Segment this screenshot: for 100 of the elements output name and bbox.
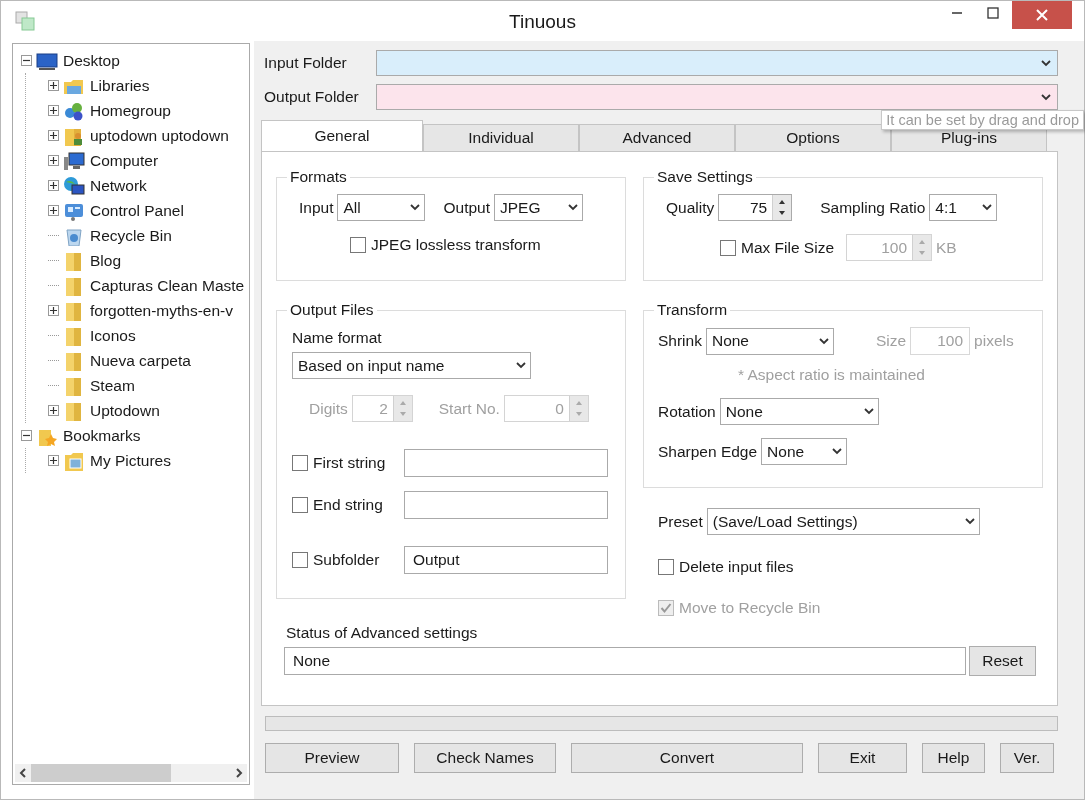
checkbox-label: JPEG lossless transform — [371, 236, 541, 254]
tree-item[interactable]: Control Panel — [90, 201, 184, 220]
field-label: Input Folder — [263, 54, 348, 72]
expand-box[interactable] — [48, 305, 59, 316]
caret-icon — [516, 362, 526, 369]
preset-dropdown[interactable]: (Save/Load Settings) — [706, 508, 980, 535]
checkbox-label: End string — [313, 496, 384, 514]
caret-icon — [1041, 59, 1051, 67]
app-icon — [15, 11, 35, 31]
horizontal-scrollbar[interactable] — [15, 764, 247, 782]
tab[interactable]: General — [261, 120, 423, 151]
field-label: Name format — [292, 329, 382, 347]
unit-label: pixels — [974, 332, 1014, 350]
checkbox[interactable] — [350, 237, 366, 253]
expand-box[interactable] — [48, 205, 59, 216]
unit-label: KB — [936, 238, 957, 257]
checkbox[interactable] — [658, 559, 674, 575]
reset-button[interactable]: Reset — [969, 646, 1036, 676]
caret-icon — [982, 204, 993, 211]
computer-icon — [63, 150, 85, 171]
tree-item[interactable]: Network — [90, 176, 147, 195]
text-field[interactable]: Output — [404, 546, 608, 574]
checkbox[interactable] — [720, 239, 736, 256]
tree-item[interactable]: Libraries — [90, 76, 150, 95]
field-label: Output — [443, 198, 490, 217]
field-label: Quality — [666, 198, 715, 217]
collapse-box[interactable] — [21, 55, 32, 66]
expand-box[interactable] — [48, 455, 59, 466]
tree-item[interactable]: Recycle Bin — [90, 226, 172, 245]
action-button[interactable]: Exit — [818, 743, 907, 773]
name-format-dropdown[interactable]: Based on input name — [292, 352, 531, 379]
picture-folder-icon — [63, 450, 85, 471]
close-button[interactable] — [1012, 1, 1072, 29]
tree-item[interactable]: uptodown uptodown — [90, 126, 229, 145]
tree-item[interactable]: Bookmarks — [63, 426, 141, 445]
action-button[interactable]: Help — [922, 743, 985, 773]
checkbox-label: Subfolder — [313, 551, 381, 569]
expand-box[interactable] — [48, 180, 59, 191]
tab[interactable]: Options — [735, 124, 891, 151]
tree-item[interactable]: My Pictures — [90, 451, 171, 470]
tree-item[interactable]: Uptodown — [90, 401, 160, 420]
caret-icon — [832, 448, 843, 455]
checkbox[interactable] — [292, 497, 308, 513]
checkbox[interactable] — [292, 455, 308, 471]
field-label: Sampling Ratio — [820, 198, 926, 217]
checkbox-label: Max File Size — [741, 238, 835, 257]
sharpen-edge-dropdown[interactable]: None — [761, 438, 848, 465]
field-label: Rotation — [658, 402, 716, 421]
output-format-dropdown[interactable]: JPEG — [494, 194, 583, 221]
group-title: Save Settings — [656, 168, 754, 186]
field-label: Preset — [658, 512, 703, 531]
check-icon — [660, 602, 672, 614]
tree-item[interactable]: Capturas Clean Maste — [90, 276, 245, 295]
tab[interactable]: Individual — [423, 124, 579, 151]
checkbox[interactable] — [292, 552, 308, 568]
rotation-dropdown[interactable]: None — [719, 398, 879, 425]
close-icon — [1036, 9, 1048, 21]
tree-item[interactable]: Desktop — [63, 51, 120, 70]
caret-icon — [410, 204, 421, 211]
tab[interactable]: Advanced — [579, 124, 735, 151]
globe-cluster-icon — [63, 100, 85, 121]
caret-icon — [1041, 93, 1051, 101]
tree-item[interactable]: Steam — [90, 376, 135, 395]
action-button[interactable]: Convert — [571, 743, 803, 773]
expand-box[interactable] — [48, 130, 59, 141]
group-title: Formats — [289, 168, 348, 186]
tree-item[interactable]: Nueva carpeta — [90, 351, 191, 370]
window-title: Tinuous — [509, 11, 576, 32]
tree-item[interactable]: forgotten-myths-en-v — [90, 301, 233, 320]
tree-item[interactable]: Blog — [90, 251, 122, 270]
expand-box[interactable] — [48, 80, 59, 91]
tree-item[interactable]: Homegroup — [90, 101, 171, 120]
text-field[interactable] — [404, 491, 608, 519]
field-label: Start No. — [438, 399, 500, 418]
input-format-dropdown[interactable]: All — [337, 194, 426, 221]
tree-item[interactable]: Computer — [90, 151, 159, 170]
maximize-icon — [987, 7, 999, 19]
action-button[interactable]: Ver. — [1000, 743, 1054, 773]
sampling-ratio-dropdown[interactable]: 4:1 — [929, 194, 998, 221]
shrink-dropdown[interactable]: None — [705, 327, 834, 355]
tree-item[interactable]: Iconos — [90, 326, 136, 345]
field-label: Input — [299, 198, 334, 217]
checkbox-label: First string — [313, 454, 387, 472]
status-field: None — [284, 647, 966, 675]
hint-text: * Aspect ratio is maintained — [738, 366, 925, 384]
spin-box[interactable]: 75 — [718, 194, 793, 221]
collapse-box[interactable] — [21, 430, 32, 441]
group-title: Output Files — [289, 301, 375, 319]
field-label: Sharpen Edge — [658, 442, 758, 461]
field-label: Digits — [309, 399, 348, 418]
expand-box[interactable] — [48, 105, 59, 116]
action-button[interactable]: Preview — [265, 743, 399, 773]
expand-box[interactable] — [48, 405, 59, 416]
caret-icon — [818, 337, 829, 345]
monitor-icon — [36, 50, 58, 71]
text-field[interactable] — [404, 449, 608, 477]
expand-box[interactable] — [48, 155, 59, 166]
caret-icon — [964, 518, 975, 525]
action-button[interactable]: Check Names — [414, 743, 556, 773]
field-label: Output Folder — [263, 88, 360, 106]
